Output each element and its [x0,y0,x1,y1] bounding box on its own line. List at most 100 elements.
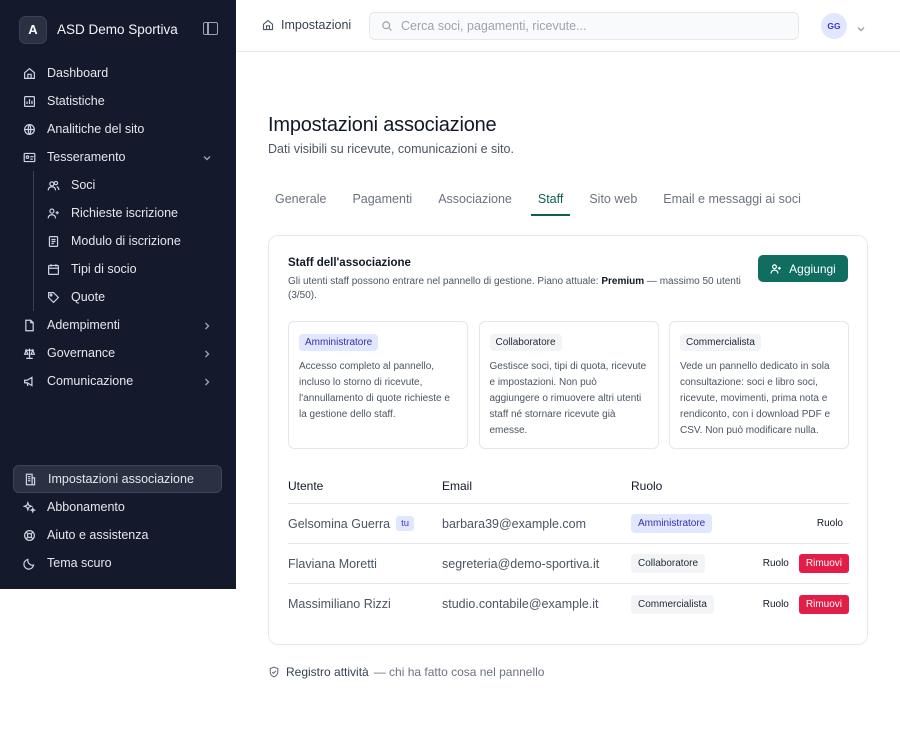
sidebar-item-tesseramento[interactable]: Tesseramento [13,143,222,171]
role-badge: Collaboratore [489,334,562,351]
plan-name: Premium [601,276,645,287]
role-pill: Commercialista [631,594,714,614]
row-actions: Ruolo Rimuovi [757,594,849,614]
sidebar-item-aiuto[interactable]: Aiuto e assistenza [13,521,222,549]
breadcrumb-label: Impostazioni [281,18,352,32]
sidebar-item-abbonamento[interactable]: Abbonamento [13,493,222,521]
search-input[interactable] [401,19,781,33]
role-cell: Amministratore [631,514,751,533]
sidebar-item-label: Comunicazione [47,374,134,388]
staff-title: Staff dell'associazione [288,257,411,269]
column-header-utente: Utente [288,478,324,493]
user-plus-icon [46,206,60,220]
sidebar-item-label: Modulo di iscrizione [71,234,181,248]
change-role-button[interactable]: Ruolo [757,558,795,569]
tab-staff[interactable]: Staff [530,188,571,216]
chevron-right-icon [202,376,212,386]
chevron-right-icon [202,348,212,358]
sidebar-item-label: Impostazioni associazione [48,472,194,486]
sidebar-item-comunicazione[interactable]: Comunicazione [13,367,222,395]
activity-log-link[interactable]: Registro attività — chi ha fatto cosa ne… [268,665,544,679]
avatar[interactable]: GG [821,13,847,39]
sidebar-item-adempimenti[interactable]: Adempimenti [13,311,222,339]
tesseramento-submenu: Soci Richieste iscrizione Modulo di iscr… [33,171,222,311]
home-icon [262,19,274,31]
table-row: Massimiliano Rizzi studio.contabile@exam… [288,584,849,624]
sidebar-item-modulo[interactable]: Modulo di iscrizione [34,227,222,255]
sidebar-item-dashboard[interactable]: Dashboard [13,59,222,87]
megaphone-icon [22,374,36,388]
add-staff-button[interactable]: Aggiungi [758,255,848,282]
role-description: Accesso completo al pannello, incluso lo… [299,361,450,420]
users-icon [46,178,60,192]
globe-icon [22,122,36,136]
table-header: Utente Email Ruolo [288,468,849,504]
sidebar-item-impostazioni[interactable]: Impostazioni associazione [13,465,222,493]
role-card-commercialista: Commercialista Vede un pannello dedicato… [669,321,849,449]
tab-email-messaggi[interactable]: Email e messaggi ai soci [656,188,808,216]
sidebar-item-soci[interactable]: Soci [34,171,222,199]
sidebar-toggle-icon[interactable] [203,22,218,35]
role-cell: Collaboratore [631,554,751,573]
sidebar-item-statistiche[interactable]: Statistiche [13,87,222,115]
sidebar-item-label: Dashboard [47,66,109,80]
tab-sito-web[interactable]: Sito web [582,188,644,216]
user-cell: Gelsomina Guerra tu [288,516,442,531]
tab-pagamenti[interactable]: Pagamenti [345,188,419,216]
chevron-down-icon [202,152,212,162]
user-plus-icon [770,263,782,274]
user-cell: Flaviana Moretti [288,557,442,571]
change-role-button[interactable]: Ruolo [757,599,795,610]
role-description: Vede un pannello dedicato in sola consul… [680,361,831,436]
sidebar-item-label: Aiuto e assistenza [47,528,149,542]
column-header-ruolo: Ruolo [631,478,663,493]
calendar-icon [46,262,60,276]
page-title: Impostazioni associazione [268,114,497,136]
settings-tabs: Generale Pagamenti Associazione Staff Si… [268,188,820,216]
sparkles-icon [22,500,36,514]
remove-button[interactable]: Rimuovi [798,554,849,573]
tab-generale[interactable]: Generale [268,188,333,216]
staff-table: Utente Email Ruolo Gelsomina Guerra tu b… [288,468,849,624]
role-pill: Collaboratore [631,554,706,573]
sidebar-item-label: Statistiche [47,94,105,108]
form-icon [46,234,60,248]
sidebar-item-tema-scuro[interactable]: Tema scuro [13,549,222,577]
sidebar-item-analitiche[interactable]: Analitiche del sito [13,115,222,143]
chart-icon [22,94,36,108]
user-email: barbara39@example.com [442,516,587,531]
staff-description: Gli utenti staff possono entrare nel pan… [288,275,743,303]
sidebar-item-label: Adempimenti [47,318,120,332]
sidebar-nav-main: Dashboard Statistiche Analitiche del sit… [13,59,222,395]
sidebar-item-label: Tema scuro [47,556,112,570]
user-email: studio.contabile@example.it [442,597,599,611]
remove-button[interactable]: Rimuovi [798,594,849,614]
search-box[interactable] [369,12,799,40]
brand[interactable]: A ASD Demo Sportiva [19,15,218,44]
page-subtitle: Dati visibili su ricevute, comunicazioni… [268,142,514,156]
building-icon [23,472,37,486]
id-card-icon [22,150,36,164]
chevron-down-icon[interactable] [856,21,866,32]
user-cell: Massimiliano Rizzi [288,597,442,611]
role-description: Gestisce soci, tipi di quota, ricevute e… [489,361,647,436]
sidebar-nav-bottom: Impostazioni associazione Abbonamento Ai… [13,465,222,577]
activity-log-desc: — chi ha fatto cosa nel pannello [373,665,545,679]
sidebar-item-label: Governance [47,346,116,360]
brand-logo: A [19,15,47,44]
home-icon [22,66,36,80]
tab-associazione[interactable]: Associazione [431,188,519,216]
role-card-amministratore: Amministratore Accesso completo al panne… [288,321,468,449]
user-name: Gelsomina Guerra [288,516,391,531]
breadcrumb[interactable]: Impostazioni [262,18,351,32]
sidebar: A ASD Demo Sportiva Dashboard Statistich… [0,0,236,589]
staff-card: Staff dell'associazione Gli utenti staff… [268,235,868,645]
sidebar-item-label: Tesseramento [47,150,126,164]
sidebar-item-governance[interactable]: Governance [13,339,222,367]
sidebar-item-label: Tipi di socio [71,262,137,276]
change-role-button[interactable]: Ruolo [811,518,849,529]
sidebar-item-richieste[interactable]: Richieste iscrizione [34,199,222,227]
sidebar-item-quote[interactable]: Quote [34,283,222,311]
user-name: Flaviana Moretti [288,556,377,571]
sidebar-item-tipi-socio[interactable]: Tipi di socio [34,255,222,283]
